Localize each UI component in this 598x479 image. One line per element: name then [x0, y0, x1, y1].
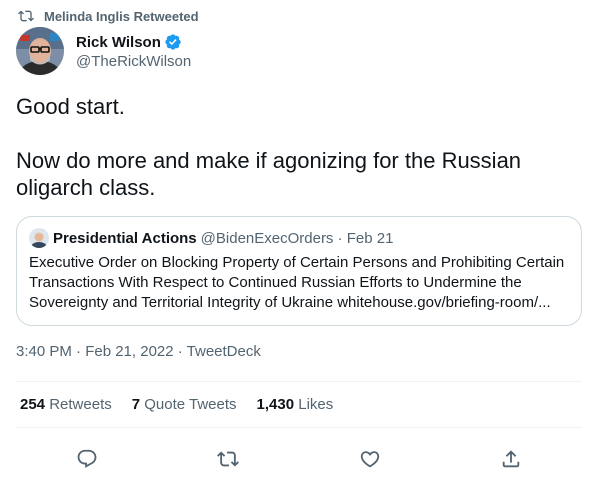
- author-handle[interactable]: @TheRickWilson: [76, 53, 191, 70]
- likes-label: Likes: [298, 396, 334, 413]
- quoted-avatar: [29, 228, 49, 248]
- retweets-count: 254: [20, 396, 46, 413]
- quote-tweets-stat[interactable]: 7 Quote Tweets: [132, 396, 237, 413]
- quote-tweets-count: 7: [131, 396, 141, 413]
- retweets-stat[interactable]: 254 Retweets: [20, 396, 112, 413]
- tweet-author: Rick Wilson @TheRickWilson: [16, 27, 191, 75]
- reply-button[interactable]: [70, 442, 104, 476]
- like-button[interactable]: [353, 442, 387, 476]
- quoted-handle-date: @BidenExecOrders · Feb 21: [200, 229, 394, 247]
- avatar[interactable]: [16, 27, 64, 75]
- tweet-timestamp[interactable]: 3:40 PM · Feb 21, 2022 · TweetDeck: [16, 343, 261, 360]
- divider: [16, 427, 582, 428]
- engagement-stats: 254 Retweets 7 Quote Tweets 1,430 Likes: [20, 396, 353, 413]
- tweet-paragraph: Now do more and make if agonizing for th…: [16, 148, 522, 200]
- share-button[interactable]: [494, 442, 528, 476]
- retweet-button[interactable]: [211, 442, 245, 476]
- retweet-context-label: Melinda Inglis Retweeted: [44, 8, 199, 24]
- like-icon: [360, 451, 379, 468]
- retweet-icon: [18, 10, 34, 22]
- retweet-context[interactable]: Melinda Inglis Retweeted: [18, 8, 199, 24]
- tweet-text: Good start. Now do more and make if agon…: [16, 93, 576, 201]
- likes-stat[interactable]: 1,430 Likes: [257, 396, 334, 413]
- divider: [16, 381, 582, 382]
- retweets-label: Retweets: [49, 396, 112, 413]
- quoted-author-name: Presidential Actions: [53, 229, 197, 247]
- likes-count: 1,430: [256, 396, 295, 413]
- action-bar: [16, 442, 582, 476]
- retweet-icon: [217, 451, 240, 467]
- quoted-tweet-text: Executive Order on Blocking Property of …: [29, 254, 565, 311]
- author-name[interactable]: Rick Wilson: [76, 34, 161, 51]
- reply-icon: [77, 449, 97, 468]
- verified-badge-icon: [165, 34, 181, 50]
- quoted-tweet-card[interactable]: Presidential Actions @BidenExecOrders · …: [16, 216, 582, 326]
- tweet-paragraph: Good start.: [16, 94, 125, 119]
- share-icon: [503, 450, 520, 468]
- quote-tweets-label: Quote Tweets: [144, 396, 237, 413]
